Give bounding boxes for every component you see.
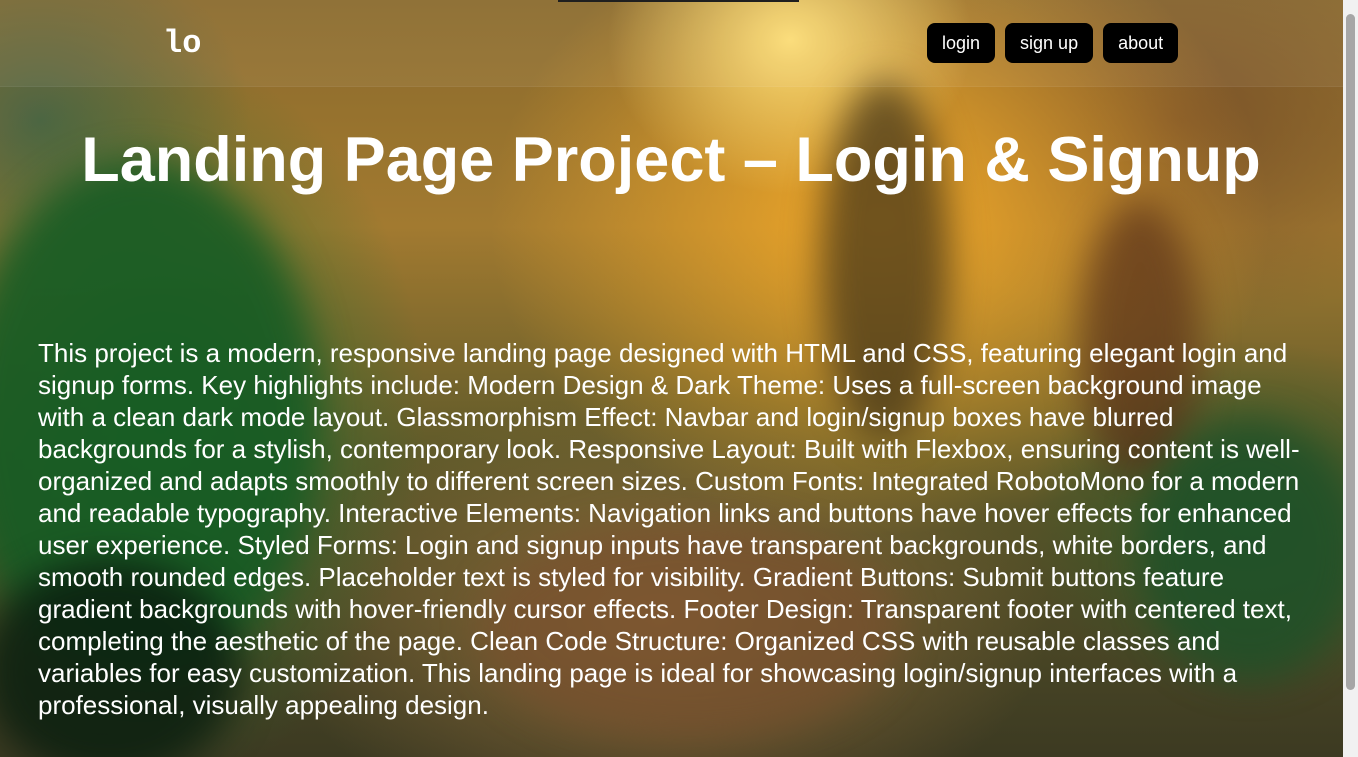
about-button[interactable]: about [1103,23,1179,63]
login-button[interactable]: login [927,23,996,63]
nav-links: login sign up about [927,23,1179,63]
page-title: Landing Page Project – Login & Signup [81,125,1261,195]
sign-up-button[interactable]: sign up [1005,23,1094,63]
scrollbar-thumb[interactable] [1346,14,1355,690]
logo[interactable]: lo [163,24,201,64]
navbar: lo login sign up about [0,0,1343,87]
project-description: This project is a modern, responsive lan… [38,338,1300,720]
